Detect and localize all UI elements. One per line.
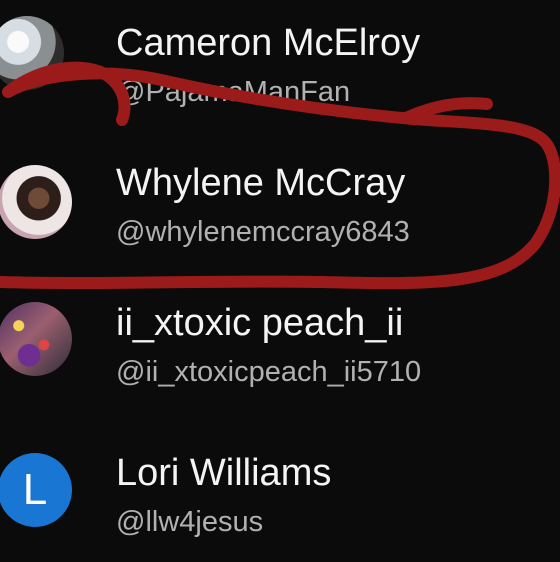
user-text: ii_xtoxic peach_ii @ii_xtoxicpeach_ii571… xyxy=(116,300,552,390)
avatar: L xyxy=(0,453,72,527)
user-name: Whylene McCray xyxy=(116,162,406,204)
user-row-ii-xtoxic-peach-ii[interactable]: ii_xtoxic peach_ii @ii_xtoxicpeach_ii571… xyxy=(0,272,560,412)
user-name: Cameron McElroy xyxy=(116,22,421,64)
user-row-whylene-mccray[interactable]: Whylene McCray @whylenemccray6843 xyxy=(0,132,560,272)
user-row-lori-williams[interactable]: L Lori Williams @llw4jesus xyxy=(0,422,560,562)
user-name: Lori Williams xyxy=(116,452,332,494)
user-text: Cameron McElroy @PajamaManFan xyxy=(116,20,552,110)
user-row-cameron-mcelroy[interactable]: Cameron McElroy @PajamaManFan xyxy=(0,0,560,132)
user-handle: @whylenemccray6843 xyxy=(116,216,410,248)
avatar xyxy=(0,16,64,90)
avatar xyxy=(0,302,72,376)
user-handle: @PajamaManFan xyxy=(116,76,351,108)
user-handle: @ii_xtoxicpeach_ii5710 xyxy=(116,356,422,388)
avatar xyxy=(0,165,72,239)
user-text: Whylene McCray @whylenemccray6843 xyxy=(116,160,552,250)
user-name: ii_xtoxic peach_ii xyxy=(116,302,404,344)
user-list: Cameron McElroy @PajamaManFan Whylene Mc… xyxy=(0,0,560,560)
user-handle: @llw4jesus xyxy=(116,506,264,538)
user-text: Lori Williams @llw4jesus xyxy=(116,450,552,540)
